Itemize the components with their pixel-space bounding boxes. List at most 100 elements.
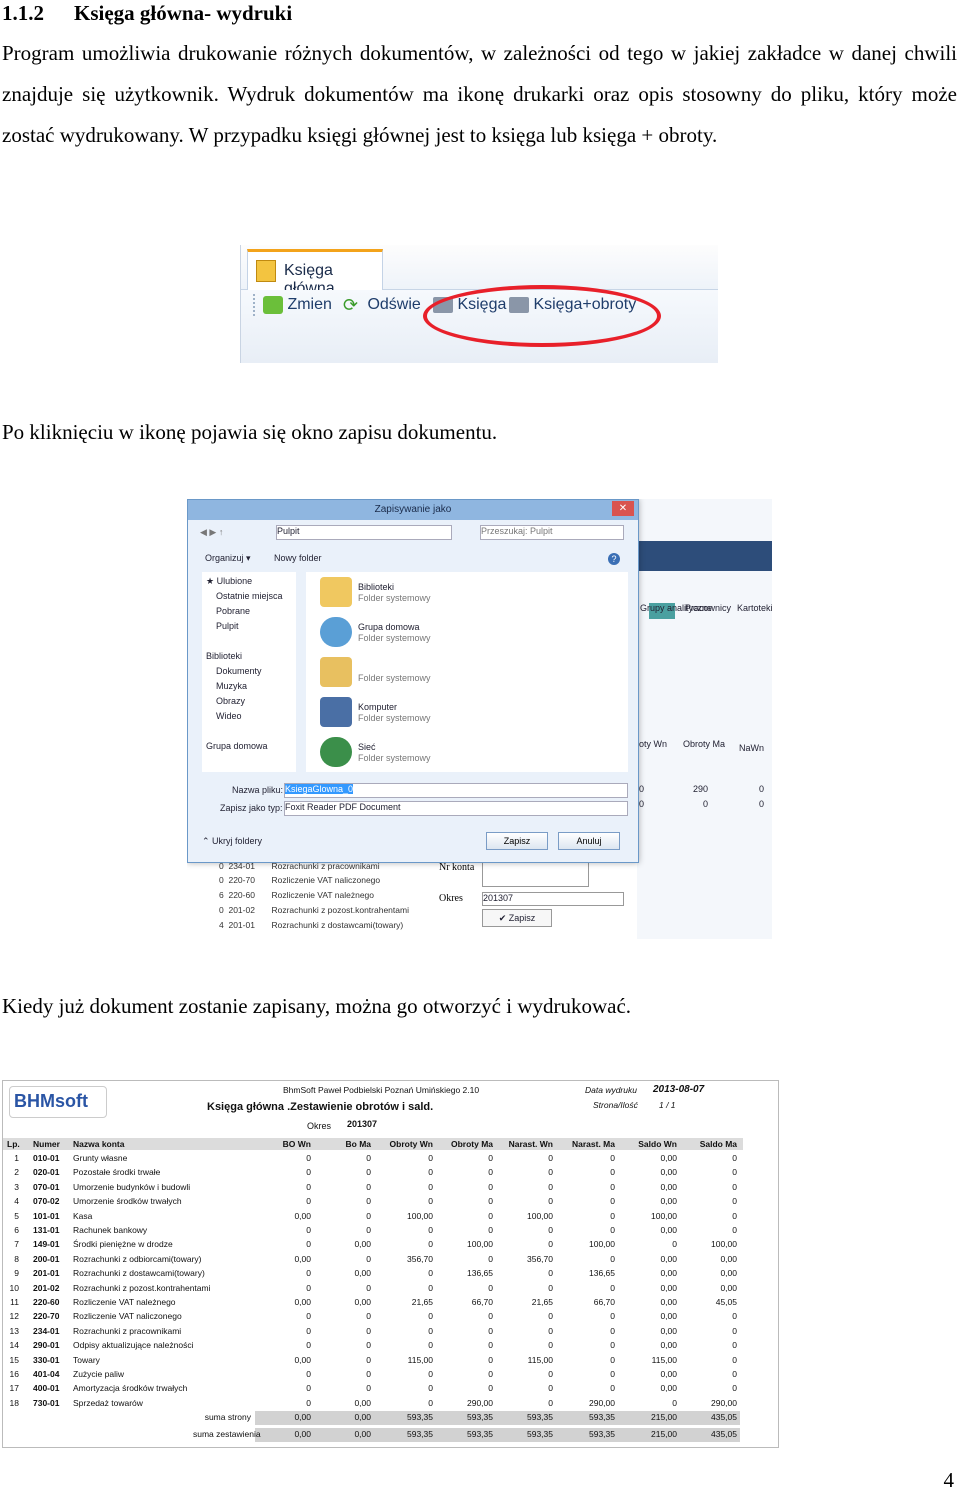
table-cell: 0	[488, 1383, 493, 1394]
page-label: Strona/Ilość	[593, 1100, 638, 1110]
list-item[interactable]: Biblioteki Folder systemowy	[306, 572, 628, 612]
totals-cell: 0,00	[294, 1429, 311, 1439]
totals-cell: 0,00	[354, 1412, 371, 1422]
table-cell: 0	[610, 1167, 615, 1178]
table-cell: 0	[306, 1383, 311, 1394]
save-button[interactable]: Zapisz	[486, 832, 548, 850]
close-button[interactable]: ✕	[612, 501, 634, 516]
account-label: Nr konta	[439, 862, 475, 873]
column-header: Obroty Wn	[389, 1139, 433, 1149]
help-icon[interactable]: ?	[608, 553, 620, 565]
nav-item-pictures[interactable]: Obrazy	[216, 696, 245, 706]
nav-item-documents[interactable]: Dokumenty	[216, 666, 262, 676]
table-cell: 0	[428, 1282, 433, 1293]
nav-item-homegroup[interactable]: Grupa domowa	[206, 741, 268, 751]
table-cell: 0	[610, 1282, 615, 1293]
table-cell: 0	[306, 1268, 311, 1279]
cancel-button[interactable]: Anuluj	[558, 832, 620, 850]
column-header: Saldo Wn	[638, 1139, 677, 1149]
table-cell: 0	[306, 1225, 311, 1235]
table-cell: 0,00	[660, 1181, 677, 1192]
table-cell: 730-01	[33, 1397, 60, 1408]
table-cell: 0,00	[354, 1397, 371, 1408]
tab-ksiega-glowna[interactable]: Księga główna	[247, 249, 383, 297]
logo-text: BHMsoft	[14, 1091, 88, 1111]
table-cell: 7	[14, 1239, 19, 1250]
report-screenshot: BHMsoft BhmSoft Paweł Podbielski Poznań …	[2, 1080, 779, 1448]
column-header: BO Wn	[282, 1139, 311, 1149]
change-button[interactable]: Zmien	[263, 296, 332, 314]
nav-item-recent[interactable]: Ostatnie miejsca	[216, 591, 283, 601]
organize-button[interactable]: Organizuj ▾	[205, 553, 251, 564]
table-cell: 201-02	[33, 1282, 60, 1293]
table-cell: 21,65	[531, 1297, 553, 1307]
table-cell: 0	[732, 1153, 737, 1163]
table-cell: 0	[548, 1369, 553, 1379]
refresh-button[interactable]: ⟳ Odświe	[343, 296, 421, 314]
account-field[interactable]	[482, 861, 589, 887]
table-cell: 100,00	[651, 1210, 677, 1221]
nav-item-music[interactable]: Muzyka	[216, 681, 247, 691]
filetype-select[interactable]: Foxit Reader PDF Document	[284, 801, 628, 816]
list-item[interactable]: Grupa domowa Folder systemowy	[306, 612, 628, 652]
new-folder-button[interactable]: Nowy folder	[274, 553, 322, 563]
list-item[interactable]: Sieć Folder systemowy	[306, 732, 628, 772]
period-select[interactable]: 201307	[482, 892, 624, 906]
table-cell: 0	[610, 1196, 615, 1207]
cell: 290	[693, 784, 709, 794]
back-icon[interactable]: ◀ ▶ ↑	[200, 527, 223, 538]
table-cell: 0	[732, 1167, 737, 1178]
list-item[interactable]: Folder systemowy	[306, 652, 628, 692]
search-input[interactable]: Przeszukaj: Pulpit	[480, 525, 624, 540]
background-app: Grupy analityczne Pracownicy Kartoteki a…	[637, 499, 772, 939]
period-label: Okres	[439, 893, 463, 904]
table-cell: 0	[610, 1253, 615, 1264]
table-cell: 0	[428, 1153, 433, 1163]
totals-cell: 593,35	[407, 1429, 433, 1439]
nav-item-videos[interactable]: Wideo	[216, 711, 242, 721]
print-date: 2013-08-07	[653, 1084, 705, 1095]
nav-item-favorites[interactable]: ★ Ulubione	[206, 576, 252, 587]
intro-paragraph: Program umożliwia drukowanie różnych dok…	[2, 41, 957, 147]
table-cell: 0	[306, 1282, 311, 1293]
table-cell: 201-01	[33, 1268, 60, 1279]
table-cell: 0	[548, 1383, 553, 1394]
table-cell: 0,00	[294, 1297, 311, 1307]
hide-folders-toggle[interactable]: ⌃ Ukryj foldery	[202, 836, 262, 847]
table-cell: 0	[428, 1268, 433, 1279]
nav-item-libraries[interactable]: Biblioteki	[206, 651, 242, 661]
table-cell: 0	[488, 1167, 493, 1178]
list-item[interactable]: Komputer Folder systemowy	[306, 692, 628, 732]
totals-cell: 0,00	[294, 1412, 311, 1422]
filename-input[interactable]: KsiegaGlowna_0	[284, 783, 628, 798]
column-header: Nazwa konta	[73, 1139, 125, 1149]
form-save-button[interactable]: ✔ Zapisz	[482, 909, 552, 927]
table-cell: 0	[306, 1311, 311, 1322]
table-cell: 0	[548, 1239, 553, 1250]
table-cell: 0	[488, 1369, 493, 1379]
table-cell: 0	[610, 1153, 615, 1163]
table-cell: 100,00	[589, 1239, 615, 1250]
path-field[interactable]: Pulpit	[276, 525, 452, 540]
table-cell: 0	[428, 1340, 433, 1351]
table-cell: 0	[610, 1225, 615, 1235]
table-cell: 356,70	[407, 1253, 433, 1264]
table-cell: 0	[732, 1311, 737, 1322]
table-cell: 0	[366, 1282, 371, 1293]
table-cell: 0,00	[660, 1196, 677, 1207]
totals-cell: 215,00	[651, 1412, 677, 1422]
table-cell: 0	[428, 1225, 433, 1235]
table-cell: 0	[488, 1196, 493, 1207]
table-cell: 290,00	[711, 1397, 737, 1408]
table-cell: 0	[428, 1369, 433, 1379]
table-cell: 66,70	[471, 1297, 493, 1307]
nav-item-desktop[interactable]: Pulpit	[216, 621, 239, 631]
table-cell: 290,00	[589, 1397, 615, 1408]
filename-label: Nazwa pliku:	[232, 785, 284, 795]
table-cell: 2	[14, 1167, 19, 1178]
nav-item-downloads[interactable]: Pobrane	[216, 606, 250, 616]
totals-cell: 435,05	[711, 1429, 737, 1439]
table-cell: Pozostałe środki trwałe	[73, 1167, 161, 1178]
table-cell: 0,00	[660, 1225, 677, 1235]
table-cell: 0	[610, 1311, 615, 1322]
